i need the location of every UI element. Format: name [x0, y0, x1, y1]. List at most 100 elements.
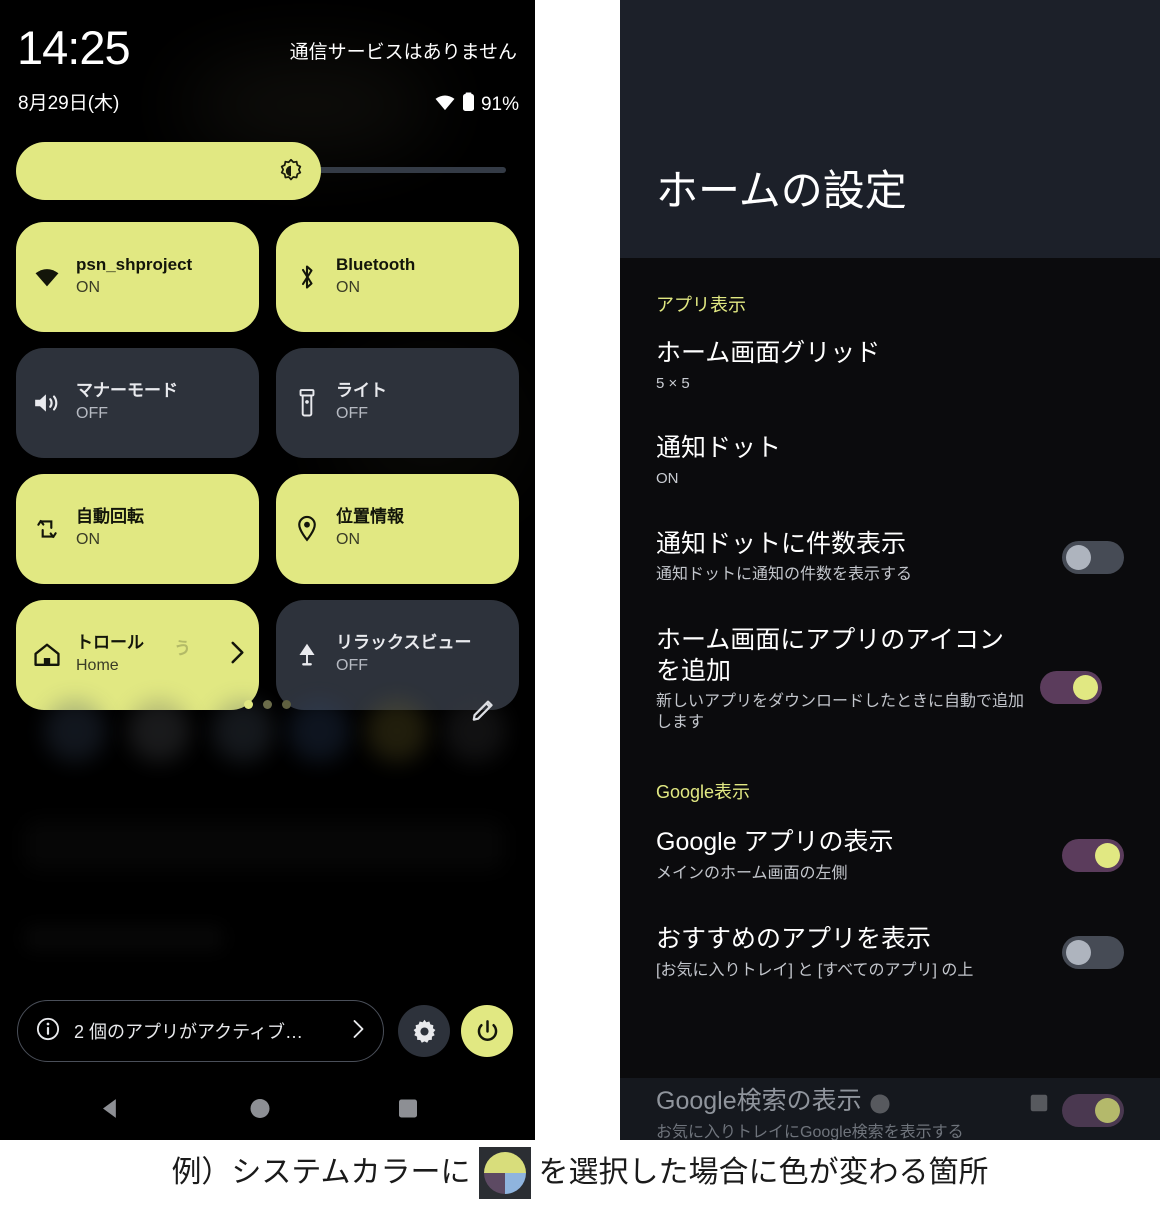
back-triangle-icon[interactable]	[96, 1095, 124, 1128]
chevron-right-icon[interactable]	[230, 641, 245, 670]
bluetooth-icon	[292, 262, 322, 292]
tile-auto-rotate[interactable]: 自動回転 ON	[16, 474, 259, 584]
carrier-label: 通信サービスはありません	[289, 42, 517, 63]
row-subtitle: [お気に入りトレイ] と [すべてのアプリ] の上	[656, 961, 974, 979]
row-subtitle: 通知ドットに通知の件数を表示する	[656, 566, 913, 584]
quick-settings-footer: 2 個のアプリがアクティブ…	[0, 1000, 535, 1066]
navigation-bar	[0, 1082, 535, 1140]
chevron-right-icon[interactable]	[352, 1019, 365, 1044]
brightness-track-rest	[316, 167, 506, 173]
tile-title: マナーモード	[76, 381, 178, 401]
row-title: おすすめのアプリを表示	[656, 925, 932, 954]
toggle-dot-count[interactable]	[1062, 540, 1124, 574]
quick-settings-panel: 14:25 8月29日(木) 通信サービスはありません 91% psn_shpr…	[0, 0, 535, 1140]
section-header-app-display: アプリ表示	[656, 295, 746, 315]
pager-dots[interactable]	[0, 700, 535, 709]
row-notification-dots[interactable]: 通知ドット ON	[620, 399, 1160, 494]
lamp-icon	[292, 640, 322, 670]
blurred-content-strip	[24, 820, 504, 870]
tile-subtitle: ON	[76, 278, 100, 296]
row-dot-count[interactable]: 通知ドットに件数表示 通知ドットに通知の件数を表示する	[620, 495, 1160, 592]
tile-title: 位置情報	[336, 507, 404, 527]
row-subtitle: 5 × 5	[656, 374, 690, 392]
auto-rotate-icon	[32, 514, 62, 544]
pencil-icon[interactable]	[471, 696, 497, 722]
tile-title: Bluetooth	[336, 255, 416, 275]
tile-subtitle: OFF	[336, 404, 368, 422]
volume-icon	[32, 388, 62, 418]
toggle-google-search[interactable]	[1062, 1094, 1124, 1127]
wifi-icon	[32, 262, 62, 292]
caption-after: を選択した場合に色が変わる箇所	[538, 1155, 989, 1189]
tile-wifi[interactable]: psn_shproject ON	[16, 222, 259, 332]
date-label: 8月29日(木)	[18, 93, 120, 114]
pager-dot[interactable]	[282, 700, 291, 709]
tile-title: リラックスビュー	[336, 633, 472, 653]
gear-icon[interactable]	[398, 1005, 450, 1057]
flashlight-icon	[292, 388, 322, 418]
row-add-icon-to-home[interactable]: ホーム画面にアプリのアイコンを追加 新しいアプリをダウンロードしたときに自動で追…	[620, 591, 1160, 739]
home-icon	[32, 640, 62, 670]
brightness-slider[interactable]	[16, 142, 519, 200]
toggle-knob	[1073, 675, 1098, 701]
color-swatch-icon	[478, 1146, 531, 1199]
home-circle-icon[interactable]	[868, 1092, 892, 1121]
tile-flashlight[interactable]: ライト OFF	[276, 348, 519, 458]
row-subtitle: ON	[656, 469, 679, 487]
caption: 例）システムカラーに を選択した場合に色が変わる箇所	[0, 1140, 1160, 1205]
info-icon	[36, 1017, 60, 1046]
tile-subtitle: ON	[336, 278, 360, 296]
pager-dot[interactable]	[263, 700, 272, 709]
blurred-content-strip	[24, 925, 224, 951]
home-settings-panel: ホームの設定 アプリ表示 ホーム画面グリッド 5 × 5 通知ドット ON 通知…	[620, 0, 1160, 1140]
pager-dot-active[interactable]	[244, 700, 253, 709]
location-pin-icon	[292, 514, 322, 544]
row-google-search-partial[interactable]: Google検索の表示 お気に入りトレイにGoogle検索を表示する	[620, 1078, 1160, 1140]
tile-title: ライト	[336, 381, 387, 401]
row-title: 通知ドットに件数表示	[656, 529, 907, 558]
tile-title: 自動回転	[76, 507, 144, 527]
tile-subtitle: OFF	[336, 656, 368, 674]
tile-subtitle: OFF	[76, 404, 108, 422]
clock: 14:25	[17, 21, 131, 74]
quick-settings-tiles: psn_shproject ON Bluetooth ON マナーモード OFF	[16, 222, 519, 710]
battery-icon	[462, 92, 475, 117]
tile-title: psn_shproject	[76, 255, 193, 275]
settings-list: アプリ表示 ホーム画面グリッド 5 × 5 通知ドット ON 通知ドットに件数表…	[620, 258, 1160, 987]
tile-bluetooth[interactable]: Bluetooth ON	[276, 222, 519, 332]
toggle-add-icon-to-home[interactable]	[1040, 671, 1102, 705]
page-title: ホームの設定	[656, 167, 907, 214]
battery-percent: 91%	[480, 94, 519, 115]
row-title: Google アプリの表示	[656, 828, 894, 857]
toggle-knob	[1095, 843, 1120, 869]
active-apps-chip[interactable]: 2 個のアプリがアクティブ…	[17, 1000, 384, 1062]
toggle-google-app[interactable]	[1062, 839, 1124, 873]
brightness-fill	[16, 142, 321, 200]
tile-location[interactable]: 位置情報 ON	[276, 474, 519, 584]
toggle-suggested-apps[interactable]	[1062, 936, 1124, 970]
home-circle-icon[interactable]	[248, 1097, 272, 1126]
power-icon[interactable]	[461, 1005, 513, 1057]
tile-marquee-ghost: う	[174, 639, 191, 658]
row-title: Google検索の表示	[656, 1087, 862, 1115]
row-suggested-apps[interactable]: おすすめのアプリを表示 [お気に入りトレイ] と [すべてのアプリ] の上	[620, 890, 1160, 987]
tile-subtitle: Home	[76, 656, 119, 674]
recents-square-icon[interactable]	[396, 1097, 420, 1126]
tile-silent-mode[interactable]: マナーモード OFF	[16, 348, 259, 458]
row-title: 通知ドット	[656, 434, 782, 463]
settings-header: ホームの設定	[620, 0, 1160, 258]
toggle-knob	[1095, 1098, 1120, 1123]
recents-square-icon[interactable]	[1028, 1092, 1050, 1119]
row-title: ホーム画面にアプリのアイコンを追加	[656, 626, 1005, 685]
row-subtitle: 新しいアプリをダウンロードしたときに自動で追加します	[656, 693, 1025, 732]
brightness-icon	[278, 158, 304, 184]
toggle-knob	[1066, 544, 1091, 570]
row-title: ホーム画面グリッド	[656, 339, 881, 367]
status-bar: 14:25 8月29日(木) 通信サービスはありません 91%	[0, 0, 535, 125]
tile-subtitle: ON	[336, 530, 360, 548]
toggle-knob	[1066, 940, 1091, 966]
wifi-icon	[434, 93, 456, 116]
row-home-grid[interactable]: ホーム画面グリッド 5 × 5	[620, 314, 1160, 399]
status-icons: 91%	[434, 92, 519, 117]
row-google-app[interactable]: Google アプリの表示 メインのホーム画面の左側	[620, 801, 1160, 890]
